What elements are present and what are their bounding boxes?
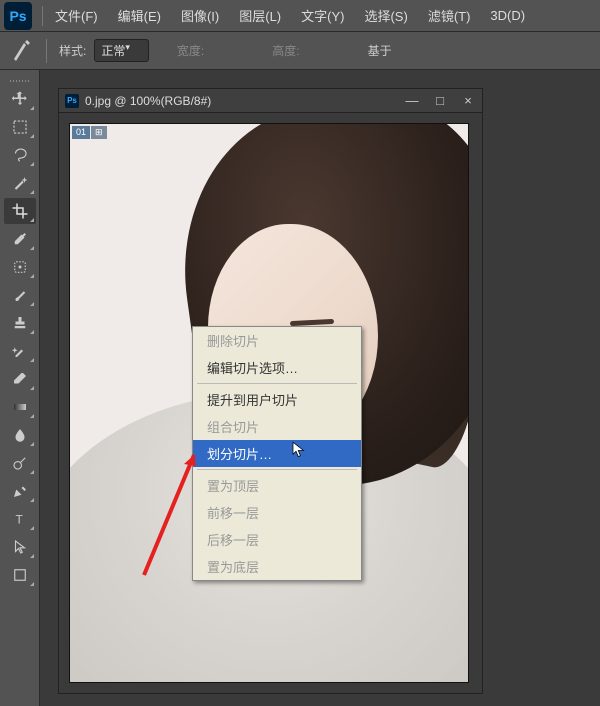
stamp-tool[interactable] — [4, 310, 36, 336]
dodge-tool[interactable] — [4, 450, 36, 476]
menu-layer[interactable]: 图层(L) — [229, 0, 291, 31]
style-label: 样式: — [59, 42, 86, 59]
brush-tool[interactable] — [4, 282, 36, 308]
menu-select[interactable]: 选择(S) — [354, 0, 417, 31]
workspace: Ps 0.jpg @ 100%(RGB/8#) — □ × 01 ⊞ — [40, 70, 600, 706]
eraser-tool[interactable] — [4, 366, 36, 392]
shape-tool[interactable] — [4, 562, 36, 588]
menu-file[interactable]: 文件(F) — [45, 0, 108, 31]
lasso-tool[interactable] — [4, 142, 36, 168]
tools-panel: T — [0, 70, 40, 706]
context-menu: 删除切片 编辑切片选项… 提升到用户切片 组合切片 划分切片… 置为顶层 前移一… — [192, 326, 362, 581]
slice-badge: 01 ⊞ — [72, 126, 107, 139]
healing-tool[interactable] — [4, 254, 36, 280]
ctx-separator — [197, 383, 357, 384]
wand-tool[interactable] — [4, 170, 36, 196]
type-tool[interactable]: T — [4, 506, 36, 532]
pen-tool[interactable] — [4, 478, 36, 504]
maximize-button[interactable]: □ — [426, 90, 454, 112]
ctx-divide-slice[interactable]: 划分切片… — [193, 440, 361, 467]
separator — [46, 39, 47, 63]
ctx-send-back: 置为底层 — [193, 553, 361, 580]
menu-separator — [42, 6, 43, 26]
width-label: 宽度: — [177, 42, 204, 59]
menu-type[interactable]: 文字(Y) — [291, 0, 354, 31]
svg-text:T: T — [15, 513, 23, 527]
minimize-button[interactable]: — — [398, 90, 426, 112]
move-tool[interactable] — [4, 86, 36, 112]
ctx-send-backward: 后移一层 — [193, 526, 361, 553]
close-button[interactable]: × — [454, 90, 482, 112]
cursor-icon — [290, 440, 308, 463]
options-bar: 样式: 正常 ▾ 宽度: 高度: 基于 — [0, 32, 600, 70]
path-select-tool[interactable] — [4, 534, 36, 560]
ctx-bring-forward: 前移一层 — [193, 499, 361, 526]
ps-logo: Ps — [4, 2, 32, 30]
active-tool-icon[interactable] — [10, 39, 34, 63]
crop-tool[interactable] — [4, 198, 36, 224]
annotation-arrow — [134, 440, 214, 585]
doc-ps-icon: Ps — [65, 94, 79, 108]
slice-type-icon: ⊞ — [91, 126, 107, 139]
marquee-tool[interactable] — [4, 114, 36, 140]
ctx-delete-slice: 删除切片 — [193, 327, 361, 354]
toolbar-grip[interactable] — [0, 78, 39, 84]
menu-filter[interactable]: 滤镜(T) — [418, 0, 481, 31]
history-brush-tool[interactable] — [4, 338, 36, 364]
menubar: Ps 文件(F) 编辑(E) 图像(I) 图层(L) 文字(Y) 选择(S) 滤… — [0, 0, 600, 32]
menu-3d[interactable]: 3D(D) — [480, 2, 535, 29]
blur-tool[interactable] — [4, 422, 36, 448]
ctx-promote-slice[interactable]: 提升到用户切片 — [193, 386, 361, 413]
eyedropper-tool[interactable] — [4, 226, 36, 252]
gradient-tool[interactable] — [4, 394, 36, 420]
ctx-combine-slice: 组合切片 — [193, 413, 361, 440]
document-titlebar[interactable]: Ps 0.jpg @ 100%(RGB/8#) — □ × — [59, 89, 482, 113]
document-title: 0.jpg @ 100%(RGB/8#) — [85, 94, 398, 108]
height-label: 高度: — [272, 42, 299, 59]
ctx-edit-slice-options[interactable]: 编辑切片选项… — [193, 354, 361, 381]
base-label: 基于 — [368, 42, 392, 59]
ctx-separator — [197, 469, 357, 470]
style-select[interactable]: 正常 ▾ — [94, 39, 149, 62]
menu-image[interactable]: 图像(I) — [171, 0, 229, 31]
slice-number: 01 — [72, 126, 90, 139]
menu-edit[interactable]: 编辑(E) — [108, 0, 171, 31]
ctx-bring-front: 置为顶层 — [193, 472, 361, 499]
